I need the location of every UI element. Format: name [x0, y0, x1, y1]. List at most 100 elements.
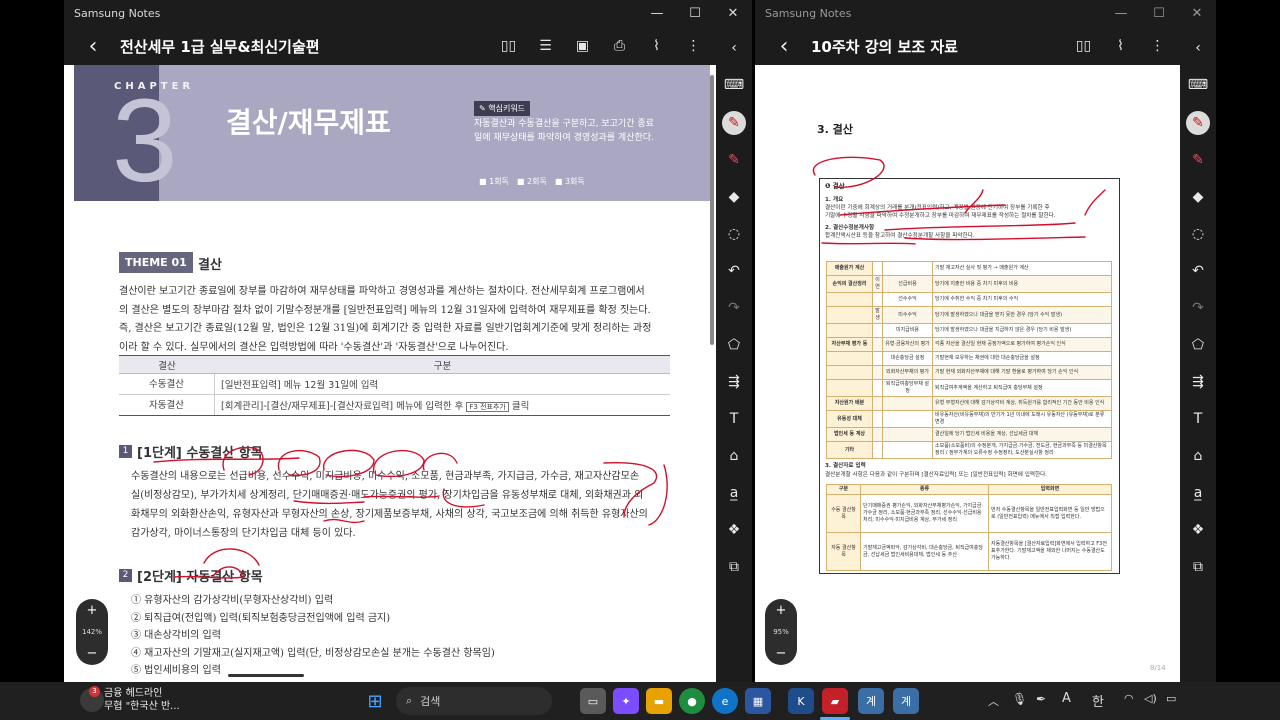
right-app-title: Samsung Notes	[765, 7, 852, 20]
lasso-icon[interactable]: ◌	[1182, 218, 1214, 250]
convert-text-icon[interactable]: a̲	[1182, 477, 1214, 509]
collapse-icon[interactable]: ‹	[718, 32, 750, 64]
edge-icon[interactable]: e	[712, 688, 738, 714]
scroll-handle[interactable]	[228, 674, 304, 677]
pen-menu-icon[interactable]: ✒	[1036, 692, 1046, 706]
maximize-button[interactable]: ☐	[1140, 0, 1178, 27]
pen-icon[interactable]: ✎	[1186, 111, 1210, 135]
left-app-title: Samsung Notes	[74, 7, 161, 20]
fill-icon[interactable]: ⬠	[1182, 329, 1214, 361]
right-zoom-value: 95%	[773, 628, 789, 636]
close-button[interactable]: ✕	[714, 0, 752, 27]
more-icon[interactable]: ⋮	[1139, 29, 1176, 63]
zoom-in-icon[interactable]: +	[776, 603, 787, 618]
eraser-icon[interactable]: ◆	[1182, 181, 1214, 213]
maximize-button[interactable]: ☐	[676, 0, 714, 27]
left-ink-annotations	[153, 446, 668, 579]
right-appbar: ‹ 10주차 강의 보조 자료 ▯▯ ⌇ ⋮	[755, 27, 1216, 65]
search-box[interactable]: ⌕ 검색	[396, 687, 552, 715]
redo-icon[interactable]: ↷	[718, 292, 750, 324]
volume-icon[interactable]: ◁)	[1144, 692, 1157, 705]
store-icon[interactable]: ▦	[745, 688, 771, 714]
image-icon[interactable]: ▣	[564, 29, 601, 63]
highlighter-icon[interactable]: ✎	[1182, 144, 1214, 176]
undo-icon[interactable]: ↶	[718, 255, 750, 287]
shape-icon[interactable]: ⌂	[1182, 440, 1214, 472]
sticker-icon[interactable]: ❖	[718, 514, 750, 546]
search-icon: ⌕	[406, 694, 413, 707]
news-widget[interactable]: 금융 헤드라인 무협 "한국산 반...	[104, 687, 180, 713]
book-view-icon[interactable]: ▯▯	[1065, 29, 1102, 63]
align-icon[interactable]: ⇶	[1182, 366, 1214, 398]
eraser-icon[interactable]: ◆	[718, 181, 750, 213]
left-titlebar[interactable]: Samsung Notes — ☐ ✕	[64, 0, 752, 27]
task-view-icon[interactable]: ▭	[580, 688, 606, 714]
ime-indicator[interactable]: 한	[1092, 691, 1104, 710]
sticker-icon[interactable]: ❖	[1182, 514, 1214, 546]
left-page[interactable]: CHAPTER 3 결산/재무제표 ✎ 핵심키워드 자동결산과 수동결산을 구분…	[64, 65, 716, 682]
copy-icon[interactable]: ⧉	[1182, 551, 1214, 583]
file-explorer-icon[interactable]: ▬	[646, 688, 672, 714]
zoom-out-icon[interactable]: −	[776, 646, 787, 661]
battery-icon[interactable]: ▭	[1166, 692, 1176, 705]
taskbar: 3 금융 헤드라인 무협 "한국산 반... ⊞ ⌕ 검색 ▭ ✦ ▬ ● e …	[0, 682, 1280, 720]
attach-icon[interactable]: ⌇	[1102, 29, 1139, 63]
back-icon[interactable]: ‹	[767, 29, 801, 63]
right-doc-title: 10주차 강의 보조 자료	[811, 37, 958, 56]
highlighter-icon[interactable]: ✎	[718, 144, 750, 176]
wifi-icon[interactable]: ◠	[1124, 692, 1134, 705]
window-icon-1[interactable]: 계	[858, 688, 884, 714]
right-tool-rail: ‹ ⌨ ✎ ✎ ◆ ◌ ↶ ↷ ⬠ ⇶ T ⌂ a̲ ❖ ⧉	[1180, 27, 1216, 682]
page-list-icon[interactable]: ☰	[527, 29, 564, 63]
undo-icon[interactable]: ↶	[1182, 255, 1214, 287]
window-icon-2[interactable]: 계	[893, 688, 919, 714]
zoom-out-icon[interactable]: −	[87, 646, 98, 661]
news-title: 금융 헤드라인	[104, 688, 163, 699]
pen-icon[interactable]: ✎	[722, 111, 746, 135]
collapse-icon[interactable]: ‹	[1182, 32, 1214, 64]
left-window: Samsung Notes — ☐ ✕ ‹ 전산세무 1급 실무&최신기술편 ▯…	[64, 0, 752, 682]
right-zoom-control: + 95% −	[765, 599, 797, 665]
screen: Samsung Notes — ☐ ✕ ‹ 전산세무 1급 실무&최신기술편 ▯…	[0, 0, 1280, 720]
pdf-icon[interactable]: ⎙	[601, 29, 638, 63]
more-icon[interactable]: ⋮	[675, 29, 712, 63]
minimize-button[interactable]: —	[1102, 0, 1140, 27]
back-icon[interactable]: ‹	[76, 29, 110, 63]
attach-icon[interactable]: ⌇	[638, 29, 675, 63]
book-view-icon[interactable]: ▯▯	[490, 29, 527, 63]
kt-app-icon[interactable]: K	[788, 688, 814, 714]
news-sub: 무협 "한국산 반...	[104, 701, 180, 712]
left-tool-rail: ‹ ⌨ ✎ ✎ ◆ ◌ ↶ ↷ ⬠ ⇶ T ⌂ a̲ ❖ ⧉	[716, 27, 752, 682]
news-badge: 3	[89, 686, 100, 697]
left-zoom-value: 142%	[81, 628, 102, 636]
samsung-notes-icon[interactable]: ▰	[822, 688, 848, 714]
convert-text-icon[interactable]: a̲	[718, 477, 750, 509]
shape-icon[interactable]: ⌂	[718, 440, 750, 472]
keyboard-icon[interactable]: ⌨	[718, 69, 750, 101]
align-icon[interactable]: ⇶	[718, 366, 750, 398]
keyboard-icon[interactable]: ⌨	[1182, 69, 1214, 101]
redo-icon[interactable]: ↷	[1182, 292, 1214, 324]
start-icon[interactable]: ⊞	[362, 688, 388, 714]
right-ink-annotations	[812, 156, 1106, 245]
zoom-in-icon[interactable]: +	[87, 603, 98, 618]
right-titlebar[interactable]: Samsung Notes — ☐ ✕	[755, 0, 1216, 27]
page-indicator: 8/14	[1150, 664, 1166, 672]
left-appbar: ‹ 전산세무 1급 실무&최신기술편 ▯▯ ☰ ▣ ⎙ ⌇ ⋮	[64, 27, 752, 65]
chevron-up-icon[interactable]: ︿	[988, 693, 999, 709]
microphone-icon[interactable]: 🎙	[1012, 692, 1027, 706]
chrome-icon[interactable]: ●	[679, 688, 705, 714]
copy-icon[interactable]: ⧉	[718, 551, 750, 583]
minimize-button[interactable]: —	[638, 0, 676, 27]
lasso-icon[interactable]: ◌	[718, 218, 750, 250]
right-page[interactable]: 3. 결산 ❶ 결산 1. 개요 결산이란 기중에 회계상의 거래를 분개(전표…	[755, 65, 1180, 682]
fill-icon[interactable]: ⬠	[718, 329, 750, 361]
text-icon[interactable]: T	[718, 403, 750, 435]
copilot-icon[interactable]: ✦	[613, 688, 639, 714]
left-scrollbar[interactable]	[710, 75, 714, 345]
close-button[interactable]: ✕	[1178, 0, 1216, 27]
search-label: 검색	[420, 695, 441, 708]
lang-indicator[interactable]: A	[1062, 691, 1071, 706]
right-window: Samsung Notes — ☐ ✕ ‹ 10주차 강의 보조 자료 ▯▯ ⌇…	[755, 0, 1216, 682]
text-icon[interactable]: T	[1182, 403, 1214, 435]
